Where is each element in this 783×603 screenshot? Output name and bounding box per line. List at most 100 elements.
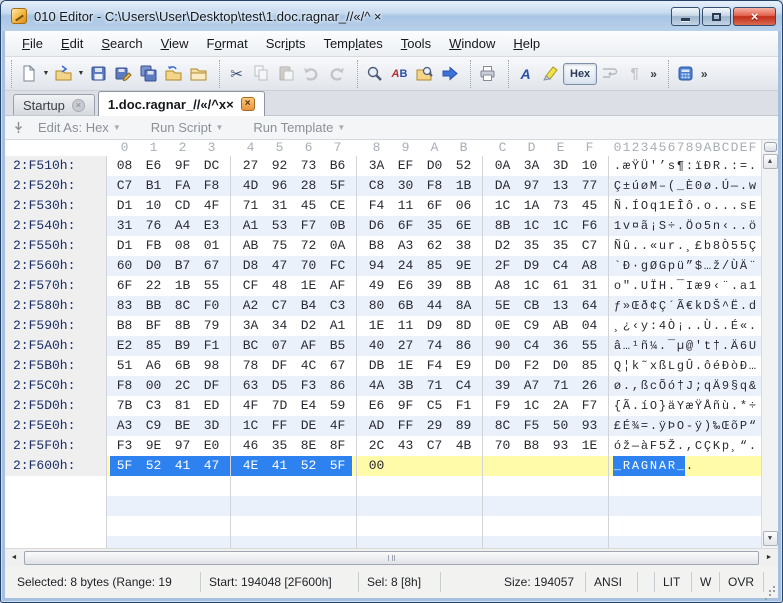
ascii-char[interactable]: ó bbox=[667, 376, 676, 396]
ascii-char[interactable]: . bbox=[712, 196, 721, 216]
hex-byte[interactable]: 59 bbox=[323, 396, 352, 416]
ascii-char[interactable]: Ä bbox=[712, 376, 721, 396]
hex-byte[interactable]: 90 bbox=[488, 336, 517, 356]
hex-byte[interactable]: E6 bbox=[391, 276, 420, 296]
hex-byte[interactable]: 6F bbox=[391, 216, 420, 236]
ascii-char[interactable]: ¼ bbox=[649, 336, 658, 356]
ascii-char[interactable]: « bbox=[649, 236, 658, 256]
hex-byte[interactable]: 81 bbox=[168, 396, 197, 416]
hex-byte[interactable]: D0 bbox=[139, 256, 168, 276]
hex-byte[interactable]: C8 bbox=[362, 176, 391, 196]
hex-byte[interactable]: 8D bbox=[449, 316, 478, 336]
ascii-char[interactable]: Ã bbox=[622, 396, 631, 416]
status-overwrite-toggle[interactable]: OVR bbox=[720, 572, 764, 592]
horizontal-scroll-thumb[interactable] bbox=[24, 551, 759, 565]
ascii-char[interactable]: . bbox=[667, 276, 676, 296]
ascii-char[interactable]: 6 bbox=[739, 336, 748, 356]
open-file-dropdown[interactable]: ▼ bbox=[76, 70, 86, 77]
ascii-char[interactable]: ” bbox=[685, 256, 694, 276]
ascii-char[interactable]: Ñ bbox=[613, 196, 622, 216]
menu-help[interactable]: Help bbox=[504, 32, 549, 55]
hex-byte[interactable]: 10 bbox=[575, 156, 604, 176]
hex-byte[interactable]: 34 bbox=[265, 316, 294, 336]
ascii-char[interactable]: ú bbox=[631, 176, 640, 196]
ascii-char[interactable]: Í bbox=[631, 196, 640, 216]
ascii-char[interactable]: · bbox=[631, 256, 640, 276]
hex-byte[interactable]: AF bbox=[294, 336, 323, 356]
ascii-char[interactable]: ¯ bbox=[676, 276, 685, 296]
ascii-char[interactable]: Ð bbox=[721, 356, 730, 376]
ascii-char[interactable]: Ç bbox=[748, 236, 757, 256]
hex-byte[interactable]: 0A bbox=[323, 236, 352, 256]
ascii-char[interactable]: 5 bbox=[658, 436, 667, 456]
ascii-char[interactable]: ð bbox=[640, 296, 649, 316]
ascii-char[interactable]: w bbox=[748, 176, 757, 196]
scroll-right-button[interactable]: ► bbox=[761, 550, 777, 565]
ascii-char[interactable]: ÷ bbox=[667, 216, 676, 236]
ascii-char[interactable]: ) bbox=[703, 416, 712, 436]
status-word-toggle[interactable]: W bbox=[692, 572, 720, 592]
hex-byte[interactable]: C3 bbox=[323, 296, 352, 316]
ascii-char[interactable]: ž bbox=[622, 436, 631, 456]
ascii-char[interactable]: x bbox=[649, 356, 658, 376]
hex-byte[interactable]: 4D bbox=[236, 176, 265, 196]
ascii-char[interactable]: Ò bbox=[721, 236, 730, 256]
ascii-char[interactable]: ø bbox=[613, 376, 622, 396]
ascii-char[interactable]: ¸ bbox=[730, 436, 739, 456]
ascii-char[interactable]: " bbox=[622, 276, 631, 296]
hex-byte[interactable]: 13 bbox=[546, 296, 575, 316]
ascii-char[interactable]: . bbox=[694, 356, 703, 376]
hex-byte[interactable]: 1E bbox=[391, 356, 420, 376]
ascii-char[interactable]: : bbox=[685, 156, 694, 176]
hex-byte[interactable]: 2A bbox=[546, 396, 575, 416]
hex-byte[interactable]: BC bbox=[236, 336, 265, 356]
hex-byte[interactable]: C9 bbox=[517, 316, 546, 336]
ascii-char[interactable]: u bbox=[658, 236, 667, 256]
ascii-char[interactable]: . bbox=[658, 336, 667, 356]
hex-byte[interactable]: F5 bbox=[517, 416, 546, 436]
hex-byte[interactable]: D2 bbox=[488, 236, 517, 256]
ascii-char[interactable]: 9 bbox=[721, 376, 730, 396]
ascii-char[interactable]: ¿ bbox=[622, 316, 631, 336]
ascii-char[interactable]: q bbox=[703, 376, 712, 396]
ascii-char[interactable]: Ç bbox=[613, 176, 622, 196]
ascii-char[interactable]: £ bbox=[694, 236, 703, 256]
ascii-char[interactable]: { bbox=[613, 396, 622, 416]
highlight-button[interactable] bbox=[538, 61, 563, 86]
hex-byte[interactable]: 52 bbox=[139, 456, 168, 476]
ascii-char[interactable]: Õ bbox=[658, 376, 667, 396]
menu-window[interactable]: Window bbox=[440, 32, 504, 55]
hex-byte[interactable]: 0A bbox=[488, 156, 517, 176]
ascii-char[interactable]: p bbox=[667, 256, 676, 276]
ascii-char[interactable]: . bbox=[649, 416, 658, 436]
ascii-char[interactable]: à bbox=[640, 436, 649, 456]
ascii-char[interactable]: . bbox=[631, 276, 640, 296]
hex-byte[interactable]: 96 bbox=[265, 176, 294, 196]
hex-byte[interactable]: A1 bbox=[236, 216, 265, 236]
hex-byte[interactable]: B4 bbox=[294, 296, 323, 316]
ascii-char[interactable]: ' bbox=[649, 156, 658, 176]
ascii-char[interactable]: Ç bbox=[703, 436, 712, 456]
hex-byte[interactable]: 62 bbox=[420, 236, 449, 256]
hex-byte[interactable]: C7 bbox=[575, 236, 604, 256]
horizontal-scrollbar[interactable]: ◄ ► bbox=[5, 548, 778, 566]
hex-byte[interactable]: 8B bbox=[168, 316, 197, 336]
ascii-char[interactable]: Ž bbox=[667, 436, 676, 456]
ascii-char[interactable]: k bbox=[694, 296, 703, 316]
hex-byte[interactable]: 67 bbox=[323, 356, 352, 376]
hex-byte[interactable]: 94 bbox=[362, 256, 391, 276]
ascii-char[interactable]: ¡ bbox=[649, 216, 658, 236]
edit-as-dropdown[interactable]: Edit As: Hex ▼ bbox=[38, 120, 121, 135]
ascii-char[interactable]: É bbox=[622, 416, 631, 436]
hex-editor-area[interactable]: 0123456789ABCDEF0123456789ABCDEF 2:F510h… bbox=[5, 140, 778, 548]
ascii-char[interactable]: D bbox=[703, 296, 712, 316]
ascii-char[interactable]: µ bbox=[676, 336, 685, 356]
hex-byte[interactable]: 6F bbox=[110, 276, 139, 296]
ascii-char[interactable]: õ bbox=[730, 416, 739, 436]
hex-byte[interactable]: 9F bbox=[168, 156, 197, 176]
ascii-char[interactable]: ‹ bbox=[712, 276, 721, 296]
ascii-char[interactable]: I bbox=[685, 276, 694, 296]
resize-grip[interactable] bbox=[764, 581, 776, 593]
collapse-bar-icon[interactable] bbox=[13, 121, 24, 134]
hex-byte[interactable]: B8 bbox=[362, 236, 391, 256]
